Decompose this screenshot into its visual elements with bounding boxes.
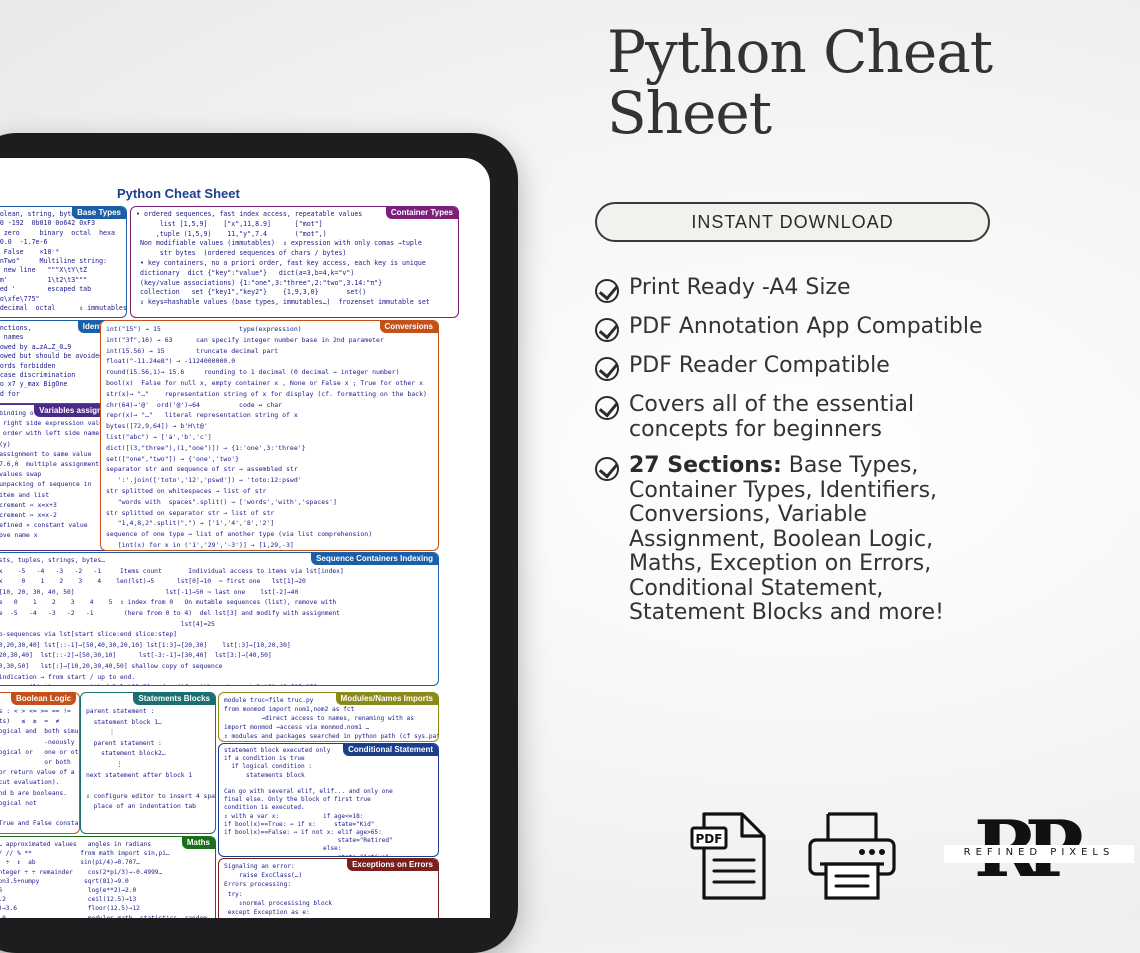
feature-item: PDF Reader Compatible xyxy=(595,353,1125,381)
section-tag-maths: Maths xyxy=(181,837,215,850)
title-line-2: Sheet xyxy=(607,79,772,147)
boolean-logic-content: arisons : < > <= >= == != results) ≤ ≥ =… xyxy=(0,708,79,828)
section-tag-container-types: Container Types xyxy=(385,207,458,220)
check-circle-icon xyxy=(595,357,619,381)
sequence-indexing-content: for lists, tuples, strings, bytes… e ind… xyxy=(0,557,344,685)
base-types-content: xt, boolean, string, bytes 783 0 -192 0b… xyxy=(0,210,127,313)
feature-text: 27 Sections: Base Types, Container Types… xyxy=(629,453,944,625)
conversions-content: int("15") → 15 type(expression) int("3f"… xyxy=(106,325,427,549)
check-circle-icon xyxy=(595,457,619,481)
section-tag-boolean-logic: Boolean Logic xyxy=(11,693,77,706)
tablet-screen: Python Cheat Sheet Base Types xt, boolea… xyxy=(0,158,490,918)
panel-base-types: Base Types xt, boolean, string, bytes 78… xyxy=(0,206,127,318)
cheat-sheet-title: Python Cheat Sheet xyxy=(117,186,240,201)
pdf-label: PDF xyxy=(696,832,723,846)
container-types-content: • ordered sequences, fast index access, … xyxy=(136,210,430,307)
page-title: Python Cheat Sheet xyxy=(607,18,993,147)
pdf-file-icon: PDF xyxy=(690,812,766,900)
section-tag-exceptions: Exceptions on Errors xyxy=(347,859,438,872)
panel-statements-blocks: Statements Blocks parent statement : sta… xyxy=(80,692,216,834)
section-tag-conversions: Conversions xyxy=(379,321,438,334)
section-tag-sequence-indexing: Sequence Containers Indexing xyxy=(311,553,438,566)
check-circle-icon xyxy=(595,279,619,303)
feature-list: Print Ready -A4 Size PDF Annotation App … xyxy=(595,275,1125,638)
panel-conditional-statement: Conditional Statement statement block ex… xyxy=(218,743,439,857)
panel-boolean-logic: Boolean Logic arisons : < > <= >= == != … xyxy=(0,692,80,834)
section-tag-modules-imports: Modules/Names Imports xyxy=(335,693,438,706)
check-circle-icon xyxy=(595,318,619,342)
feature-text: PDF Reader Compatible xyxy=(629,353,890,378)
feature-item: 27 Sections: Base Types, Container Types… xyxy=(595,453,1125,626)
panel-modules-imports: Modules/Names Imports module truc⇔file t… xyxy=(218,692,439,742)
instant-download-button[interactable]: INSTANT DOWNLOAD xyxy=(595,202,990,242)
panel-conversions: Conversions int("15") → 15 type(expressi… xyxy=(100,320,439,551)
panel-container-types: Container Types • ordered sequences, fas… xyxy=(130,206,459,318)
panel-maths: Maths umbers… approximated values angles… xyxy=(0,836,216,918)
panel-exceptions: Exceptions on Errors Signaling an error:… xyxy=(218,858,439,918)
check-circle-icon xyxy=(595,396,619,420)
statements-blocks-content: parent statement : statement block 1… ⋮ … xyxy=(86,708,215,811)
section-tag-statements-blocks: Statements Blocks xyxy=(133,693,215,706)
feature-item: Print Ready -A4 Size xyxy=(595,275,1125,303)
section-tag-base-types: Base Types xyxy=(72,207,126,220)
logo-text: REFINED PIXELS xyxy=(963,847,1115,858)
feature-text: PDF Annotation App Compatible xyxy=(629,314,983,339)
printer-icon xyxy=(808,812,896,900)
feature-item: Covers all of the essential concepts for… xyxy=(595,392,1125,442)
title-line-1: Python Cheat xyxy=(607,18,993,86)
feature-item: PDF Annotation App Compatible xyxy=(595,314,1125,342)
feature-text: Covers all of the essential concepts for… xyxy=(629,392,915,442)
section-tag-conditional-statement: Conditional Statement xyxy=(343,744,438,757)
maths-content: umbers… approximated values angles in ra… xyxy=(0,841,211,918)
panel-sequence-indexing: Sequence Containers Indexing for lists, … xyxy=(0,552,439,686)
refined-pixels-logo: RP REFINED PIXELS xyxy=(944,804,1134,895)
feature-text: Print Ready -A4 Size xyxy=(629,275,851,300)
conditional-statement-content: statement block executed only if a condi… xyxy=(224,747,393,856)
